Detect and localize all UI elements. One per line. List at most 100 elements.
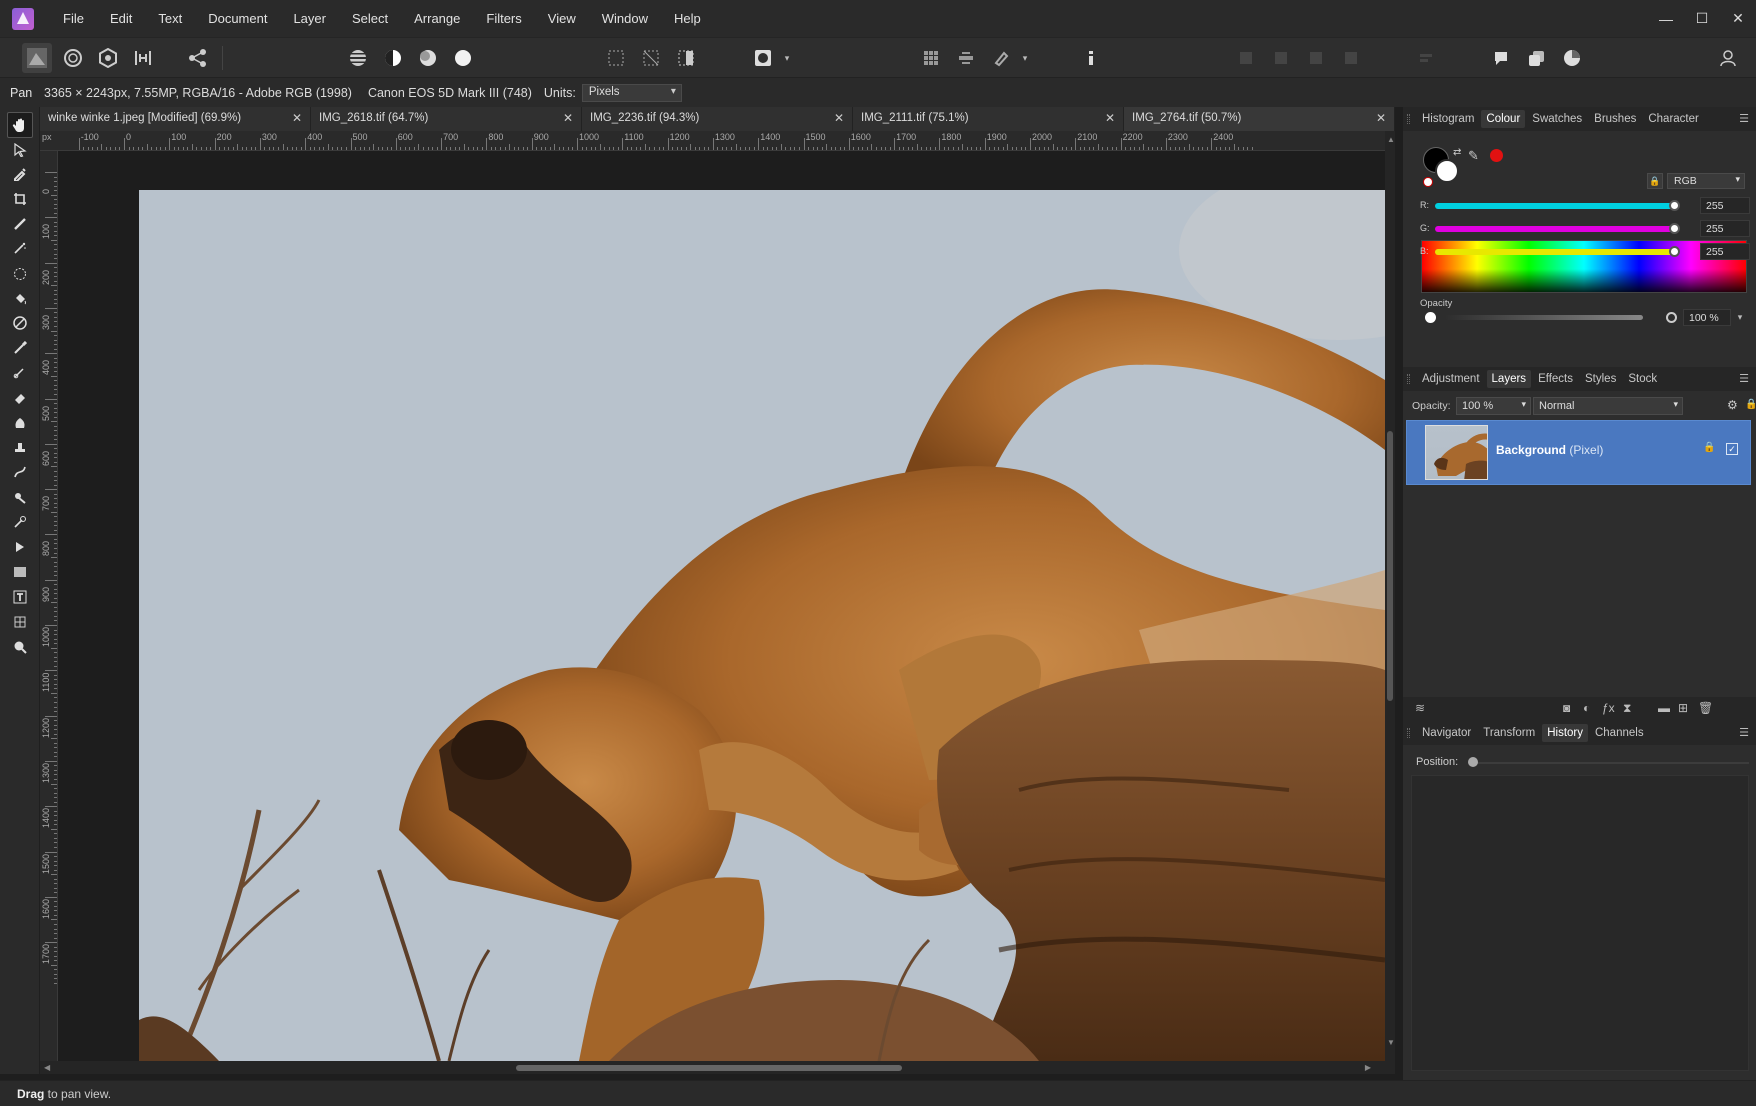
- flood-select-tool-icon[interactable]: [7, 235, 33, 261]
- tab-navigator[interactable]: Navigator: [1417, 724, 1476, 742]
- arrange-backward-icon[interactable]: [1266, 43, 1296, 73]
- tab-layers[interactable]: Layers: [1486, 370, 1532, 388]
- doc-tab[interactable]: winke winke 1.jpeg [Modified] (69.9%) ✕: [40, 107, 311, 131]
- close-tab-icon[interactable]: ✕: [292, 111, 302, 125]
- move-tool-icon[interactable]: [7, 137, 33, 163]
- pan-tool-icon[interactable]: [7, 112, 33, 138]
- auto-white-balance-icon[interactable]: [448, 43, 478, 73]
- menu-layer[interactable]: Layer: [280, 0, 339, 37]
- export-persona-icon[interactable]: [183, 43, 213, 73]
- close-tab-icon[interactable]: ✕: [563, 111, 573, 125]
- zoom-tool-icon[interactable]: [7, 634, 33, 660]
- menu-select[interactable]: Select: [339, 0, 401, 37]
- layer-row[interactable]: Background (Pixel) 🔒 ✓: [1406, 420, 1751, 485]
- gradient-tool-icon[interactable]: [7, 310, 33, 336]
- document-photo[interactable]: [139, 190, 1385, 1061]
- tab-histogram[interactable]: Histogram: [1417, 110, 1479, 128]
- close-button[interactable]: ✕: [1720, 0, 1756, 37]
- menu-document[interactable]: Document: [195, 0, 280, 37]
- close-tab-icon[interactable]: ✕: [834, 111, 844, 125]
- tab-history[interactable]: History: [1542, 724, 1588, 742]
- mask-layer-icon[interactable]: ◙: [1563, 701, 1570, 715]
- tab-styles[interactable]: Styles: [1580, 370, 1621, 388]
- develop-persona-icon[interactable]: [93, 43, 123, 73]
- snapping-grid-icon[interactable]: [916, 43, 946, 73]
- menu-filters[interactable]: Filters: [473, 0, 534, 37]
- history-list[interactable]: [1411, 775, 1749, 1071]
- paint-brush-tool-icon[interactable]: [7, 335, 33, 361]
- account-icon[interactable]: [1713, 43, 1743, 73]
- colour-model-select[interactable]: RGB: [1667, 173, 1745, 189]
- add-pixel-layer-icon[interactable]: ⊞: [1678, 701, 1688, 715]
- history-position-knob[interactable]: [1468, 757, 1478, 767]
- blue-slider-knob[interactable]: [1669, 246, 1680, 257]
- history-position-slider[interactable]: [1469, 762, 1749, 764]
- liquify-persona-icon[interactable]: [58, 43, 88, 73]
- background-colour-swatch[interactable]: [1435, 159, 1459, 183]
- rectangle-tool-icon[interactable]: [7, 559, 33, 585]
- invert-selection-icon[interactable]: [671, 43, 701, 73]
- lock-icon[interactable]: 🔒: [1745, 399, 1756, 410]
- info-icon[interactable]: [1076, 43, 1106, 73]
- scroll-up-icon[interactable]: ▲: [1387, 135, 1395, 144]
- close-tab-icon[interactable]: ✕: [1105, 111, 1115, 125]
- tab-effects[interactable]: Effects: [1533, 370, 1578, 388]
- picked-colour-swatch[interactable]: [1490, 149, 1503, 162]
- menu-view[interactable]: View: [535, 0, 589, 37]
- auto-levels-icon[interactable]: [343, 43, 373, 73]
- deselect-icon[interactable]: [636, 43, 666, 73]
- live-filter-icon[interactable]: ⧗: [1623, 701, 1631, 716]
- quick-mask-dropdown[interactable]: ▾: [781, 43, 793, 73]
- doc-tab-active[interactable]: IMG_2764.tif (50.7%) ✕: [1124, 107, 1395, 131]
- alignment-icon[interactable]: [951, 43, 981, 73]
- dodge-brush-tool-icon[interactable]: [7, 409, 33, 435]
- canvas-area[interactable]: [58, 151, 1385, 1061]
- pixel-tool-icon[interactable]: [7, 359, 33, 385]
- crop-tool-icon[interactable]: [7, 186, 33, 212]
- mode-icon[interactable]: [1522, 43, 1552, 73]
- close-tab-icon[interactable]: ✕: [1376, 111, 1386, 125]
- tab-transform[interactable]: Transform: [1478, 724, 1540, 742]
- photo-persona-icon[interactable]: [22, 43, 52, 73]
- auto-contrast-icon[interactable]: [378, 43, 408, 73]
- red-slider-knob[interactable]: [1669, 200, 1680, 211]
- horizontal-scrollbar[interactable]: ◀ ▶: [40, 1061, 1395, 1074]
- tab-colour[interactable]: Colour: [1481, 110, 1526, 128]
- opacity-slider-knob[interactable]: [1666, 312, 1677, 323]
- tab-channels[interactable]: Channels: [1590, 724, 1649, 742]
- selection-marquee-icon[interactable]: [601, 43, 631, 73]
- artistic-text-tool-icon[interactable]: [7, 584, 33, 610]
- menu-file[interactable]: File: [50, 0, 97, 37]
- mesh-warp-tool-icon[interactable]: [7, 609, 33, 635]
- adjustment-icon[interactable]: ◐: [1583, 701, 1590, 715]
- scroll-down-icon[interactable]: ▼: [1387, 1038, 1395, 1047]
- tab-stock[interactable]: Stock: [1623, 370, 1662, 388]
- panel-menu-icon[interactable]: ☰: [1739, 112, 1749, 125]
- panel-grip-icon[interactable]: [1407, 728, 1410, 738]
- opacity-slider[interactable]: [1445, 315, 1643, 320]
- menu-window[interactable]: Window: [589, 0, 661, 37]
- layer-visibility-checkbox[interactable]: ✓: [1726, 443, 1738, 455]
- doc-tab[interactable]: IMG_2618.tif (64.7%) ✕: [311, 107, 582, 131]
- panel-menu-icon[interactable]: ☰: [1739, 726, 1749, 739]
- gear-icon[interactable]: ⚙: [1727, 398, 1738, 412]
- assistant-icon[interactable]: [1487, 43, 1517, 73]
- menu-text[interactable]: Text: [145, 0, 195, 37]
- lock-icon[interactable]: 🔒: [1647, 173, 1663, 189]
- arrange-back-icon[interactable]: [1231, 43, 1261, 73]
- healing-brush-tool-icon[interactable]: [7, 509, 33, 535]
- opacity-value-field[interactable]: 100 %: [1683, 309, 1731, 326]
- green-slider[interactable]: [1435, 226, 1675, 232]
- layers-stack-icon[interactable]: ≋: [1415, 701, 1425, 715]
- blue-slider[interactable]: [1435, 249, 1675, 255]
- erase-brush-tool-icon[interactable]: [7, 384, 33, 410]
- smudge-brush-tool-icon[interactable]: [7, 459, 33, 485]
- swap-colours-icon[interactable]: ⇄: [1453, 147, 1461, 158]
- menu-edit[interactable]: Edit: [97, 0, 145, 37]
- colour-picker-icon[interactable]: ✎: [1468, 148, 1479, 164]
- clone-brush-tool-icon[interactable]: [7, 434, 33, 460]
- tab-character[interactable]: Character: [1643, 110, 1704, 128]
- green-slider-knob[interactable]: [1669, 223, 1680, 234]
- tab-swatches[interactable]: Swatches: [1527, 110, 1587, 128]
- menu-help[interactable]: Help: [661, 0, 714, 37]
